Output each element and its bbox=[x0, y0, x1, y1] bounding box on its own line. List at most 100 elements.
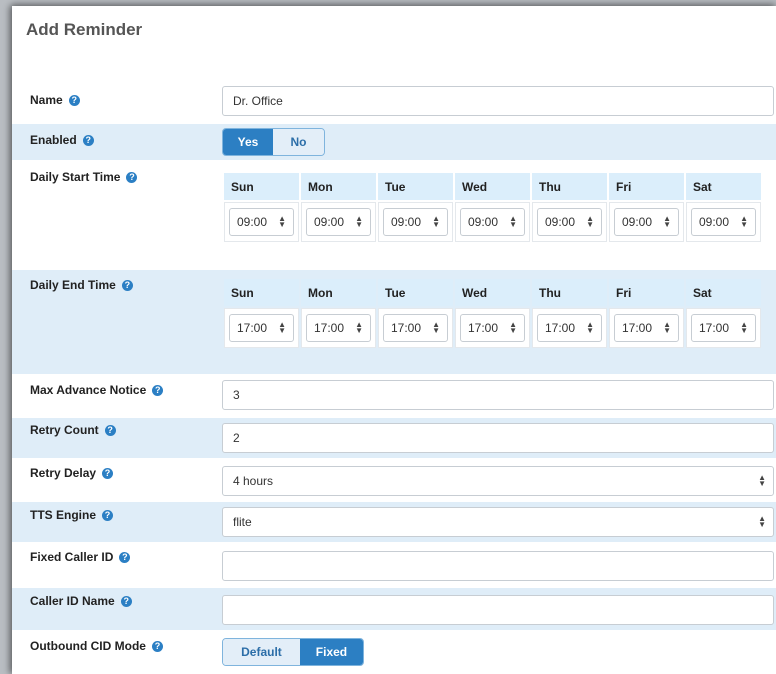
row-caller-id-name: Caller ID Name ? bbox=[12, 588, 776, 630]
row-retry-count: Retry Count ? 2 bbox=[12, 418, 776, 458]
enabled-no-button[interactable]: No bbox=[273, 129, 324, 155]
row-daily-end-time: Daily End Time ? Sun Mon Tue Wed Thu Fri… bbox=[12, 270, 776, 374]
name-input[interactable]: Dr. Office bbox=[222, 86, 774, 116]
end-time-value: 17:00 bbox=[699, 321, 730, 335]
end-time-select-sun[interactable]: 17:00 ▲ ▼ bbox=[229, 314, 294, 342]
end-time-value: 17:00 bbox=[622, 321, 653, 335]
help-icon[interactable]: ? bbox=[102, 467, 114, 479]
outbound-cid-fixed-button[interactable]: Fixed bbox=[299, 639, 363, 665]
help-icon[interactable]: ? bbox=[151, 640, 163, 652]
max-advance-label: Max Advance Notice bbox=[30, 383, 147, 397]
day-header-sun: Sun bbox=[224, 173, 299, 200]
help-icon[interactable]: ? bbox=[119, 551, 131, 563]
select-arrows-icon: ▲ ▼ bbox=[758, 473, 766, 488]
tts-engine-select[interactable]: flite ▲ ▼ bbox=[222, 507, 774, 537]
daily-start-label: Daily Start Time bbox=[30, 170, 121, 184]
row-name: Name ? Dr. Office bbox=[12, 84, 776, 120]
row-outbound-cid-mode: Outbound CID Mode ? Default Fixed bbox=[12, 632, 776, 674]
day-header-mon: Mon bbox=[301, 173, 376, 200]
daily-end-label-wrap: Daily End Time ? bbox=[30, 278, 133, 292]
start-cell-tue: 09:00 ▲ ▼ bbox=[378, 202, 453, 242]
select-arrows-icon: ▲ ▼ bbox=[509, 320, 517, 335]
start-time-value: 09:00 bbox=[622, 215, 653, 229]
end-cell-sat: 17:00 ▲ ▼ bbox=[686, 308, 761, 348]
day-header-tue: Tue bbox=[378, 279, 453, 306]
start-time-select-wed[interactable]: 09:00 ▲ ▼ bbox=[460, 208, 525, 236]
outbound-cid-default-button[interactable]: Default bbox=[223, 639, 300, 665]
end-time-value: 17:00 bbox=[545, 321, 576, 335]
help-icon[interactable]: ? bbox=[104, 424, 116, 436]
help-icon[interactable]: ? bbox=[152, 384, 164, 396]
daily-start-table: Sun Mon Tue Wed Thu Fri Sat 09:00 ▲ ▼ 09:0… bbox=[222, 171, 763, 244]
outbound-cid-label-wrap: Outbound CID Mode ? bbox=[30, 639, 163, 653]
retry-delay-label: Retry Delay bbox=[30, 466, 97, 480]
day-header-fri: Fri bbox=[609, 279, 684, 306]
end-time-select-tue[interactable]: 17:00 ▲ ▼ bbox=[383, 314, 448, 342]
max-advance-input[interactable]: 3 bbox=[222, 380, 774, 410]
end-time-select-wed[interactable]: 17:00 ▲ ▼ bbox=[460, 314, 525, 342]
start-cell-thu: 09:00 ▲ ▼ bbox=[532, 202, 607, 242]
end-cell-thu: 17:00 ▲ ▼ bbox=[532, 308, 607, 348]
cid-name-label: Caller ID Name bbox=[30, 594, 115, 608]
start-cell-fri: 09:00 ▲ ▼ bbox=[609, 202, 684, 242]
day-header-tue: Tue bbox=[378, 173, 453, 200]
start-time-select-tue[interactable]: 09:00 ▲ ▼ bbox=[383, 208, 448, 236]
end-time-value: 17:00 bbox=[314, 321, 345, 335]
day-header-fri: Fri bbox=[609, 173, 684, 200]
enabled-label: Enabled bbox=[30, 133, 77, 147]
start-time-value: 09:00 bbox=[237, 215, 268, 229]
day-header-sat: Sat bbox=[686, 279, 761, 306]
outbound-cid-toggle: Default Fixed bbox=[222, 638, 364, 666]
name-label: Name bbox=[30, 93, 63, 107]
caller-id-name-input[interactable] bbox=[222, 595, 774, 625]
help-icon[interactable]: ? bbox=[126, 171, 138, 183]
end-time-value: 17:00 bbox=[468, 321, 499, 335]
row-tts-engine: TTS Engine ? flite ▲ ▼ bbox=[12, 502, 776, 542]
daily-end-label: Daily End Time bbox=[30, 278, 116, 292]
day-header-wed: Wed bbox=[455, 279, 530, 306]
help-icon[interactable]: ? bbox=[68, 94, 80, 106]
retry-count-label: Retry Count bbox=[30, 423, 99, 437]
daily-end-table: Sun Mon Tue Wed Thu Fri Sat 17:00 ▲ ▼ 17:0… bbox=[222, 277, 763, 350]
select-arrows-icon: ▲ ▼ bbox=[509, 214, 517, 229]
fixed-cid-label-wrap: Fixed Caller ID ? bbox=[30, 550, 131, 564]
row-daily-start-time: Daily Start Time ? Sun Mon Tue Wed Thu F… bbox=[12, 164, 776, 264]
start-time-select-sat[interactable]: 09:00 ▲ ▼ bbox=[691, 208, 756, 236]
end-cell-tue: 17:00 ▲ ▼ bbox=[378, 308, 453, 348]
select-arrows-icon: ▲ ▼ bbox=[355, 214, 363, 229]
day-header-thu: Thu bbox=[532, 173, 607, 200]
day-header-mon: Mon bbox=[301, 279, 376, 306]
select-arrows-icon: ▲ ▼ bbox=[432, 214, 440, 229]
help-icon[interactable]: ? bbox=[102, 509, 113, 521]
end-time-select-thu[interactable]: 17:00 ▲ ▼ bbox=[537, 314, 602, 342]
select-arrows-icon: ▲ ▼ bbox=[758, 514, 766, 529]
fixed-caller-id-input[interactable] bbox=[222, 551, 774, 581]
select-arrows-icon: ▲ ▼ bbox=[740, 320, 748, 335]
end-time-select-mon[interactable]: 17:00 ▲ ▼ bbox=[306, 314, 371, 342]
start-time-value: 09:00 bbox=[391, 215, 422, 229]
end-time-select-fri[interactable]: 17:00 ▲ ▼ bbox=[614, 314, 679, 342]
help-icon[interactable]: ? bbox=[121, 279, 133, 291]
start-time-select-mon[interactable]: 09:00 ▲ ▼ bbox=[306, 208, 371, 236]
start-time-select-sun[interactable]: 09:00 ▲ ▼ bbox=[229, 208, 294, 236]
help-icon[interactable]: ? bbox=[120, 595, 132, 607]
outbound-cid-label: Outbound CID Mode bbox=[30, 639, 146, 653]
fixed-cid-label: Fixed Caller ID bbox=[30, 550, 114, 564]
select-arrows-icon: ▲ ▼ bbox=[278, 320, 286, 335]
day-header-sat: Sat bbox=[686, 173, 761, 200]
retry-count-input[interactable]: 2 bbox=[222, 423, 774, 453]
cid-name-label-wrap: Caller ID Name ? bbox=[30, 594, 132, 608]
select-arrows-icon: ▲ ▼ bbox=[432, 320, 440, 335]
tts-engine-label-wrap: TTS Engine ? bbox=[30, 508, 113, 522]
select-arrows-icon: ▲ ▼ bbox=[663, 214, 671, 229]
retry-delay-select[interactable]: 4 hours ▲ ▼ bbox=[222, 466, 774, 496]
end-time-select-sat[interactable]: 17:00 ▲ ▼ bbox=[691, 314, 756, 342]
row-fixed-caller-id: Fixed Caller ID ? bbox=[12, 544, 776, 586]
enabled-yes-button[interactable]: Yes bbox=[223, 129, 274, 155]
help-icon[interactable]: ? bbox=[82, 134, 94, 146]
select-arrows-icon: ▲ ▼ bbox=[278, 214, 286, 229]
start-time-select-thu[interactable]: 09:00 ▲ ▼ bbox=[537, 208, 602, 236]
end-time-value: 17:00 bbox=[391, 321, 422, 335]
start-time-select-fri[interactable]: 09:00 ▲ ▼ bbox=[614, 208, 679, 236]
start-cell-sun: 09:00 ▲ ▼ bbox=[224, 202, 299, 242]
